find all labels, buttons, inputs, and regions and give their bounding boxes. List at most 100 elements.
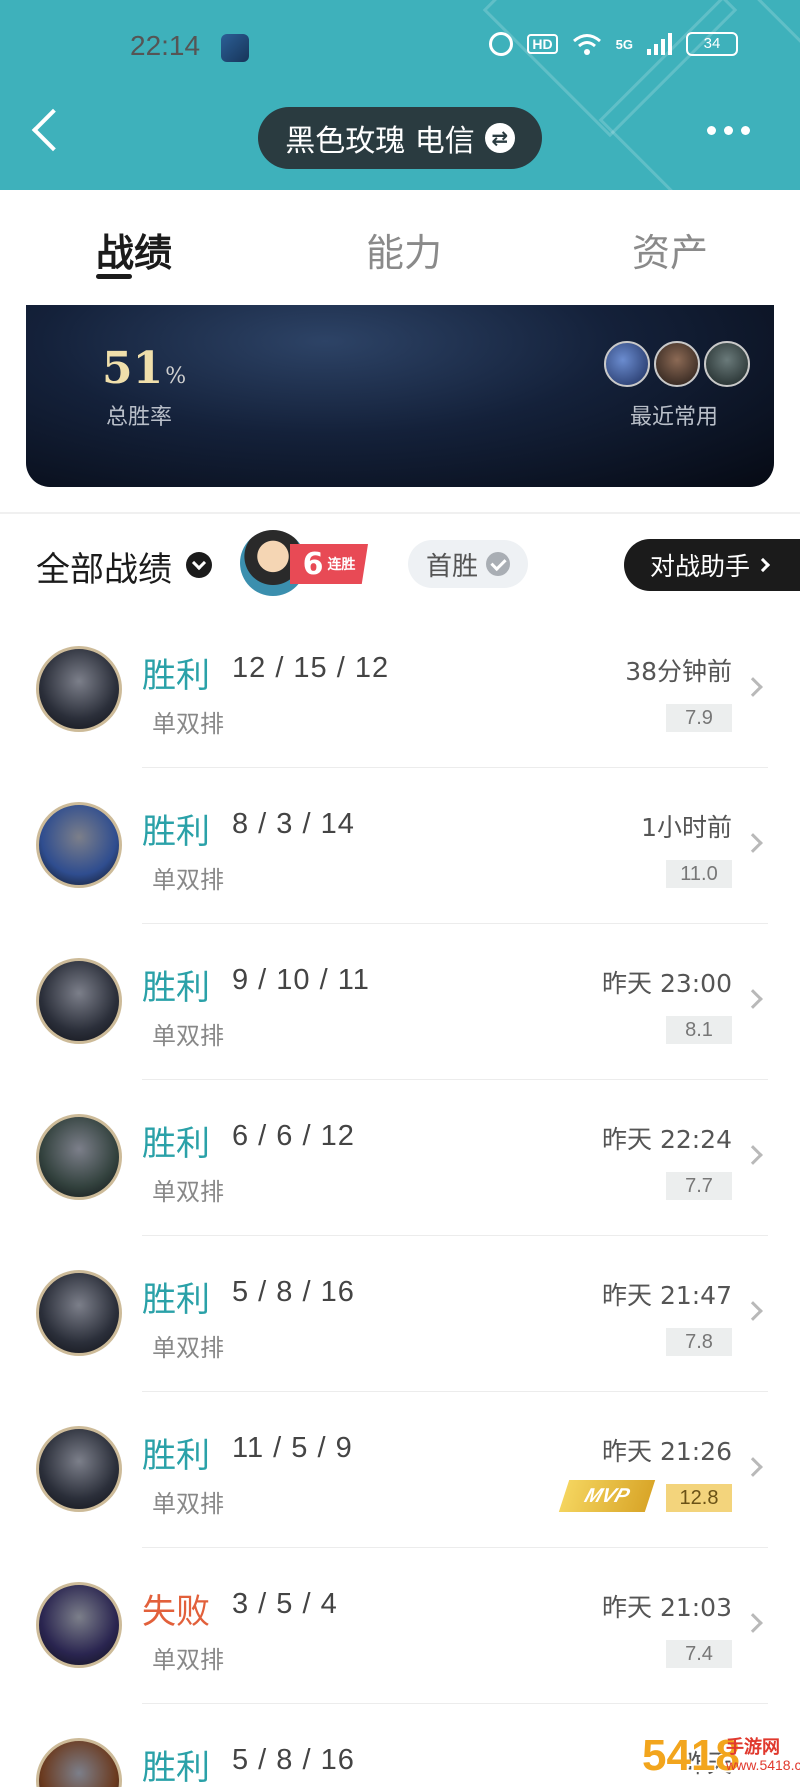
tab-underline [96,274,132,279]
more-button[interactable] [707,126,750,135]
match-score: 11.0 [666,860,732,888]
chevron-right-icon [743,677,763,697]
match-kda: 5 / 8 / 16 [232,1744,355,1776]
match-kda: 12 / 15 / 12 [232,652,390,684]
header-bar: 22:14 HD 5G 34 黑色玫瑰 电信 ⇄ [0,0,800,190]
recent-heroes[interactable] [604,341,750,387]
match-result: 胜利 [142,968,210,1008]
tab-record[interactable]: 战绩 [96,222,172,277]
summary-banner[interactable]: 51% 总胜率 最近常用 [26,305,774,487]
tab-ability[interactable]: 能力 [366,222,442,277]
all-records-filter[interactable]: 全部战绩 [36,542,172,591]
match-score: 7.4 [666,1640,732,1668]
match-result: 胜利 [142,1124,210,1164]
account-name: 黑色玫瑰 电信 [285,124,475,159]
first-win-chip[interactable]: 首胜 [408,540,529,588]
match-result: 胜利 [142,812,210,852]
match-kda: 6 / 6 / 12 [232,1120,355,1152]
watermark-url: www.5418.cn [726,1757,800,1773]
match-row[interactable]: 胜利 12 / 15 / 12 单双排 38分钟前 7.9 [0,612,800,768]
streak-text: 连胜 [327,557,356,573]
match-row[interactable]: 胜利 8 / 3 / 14 单双排 1小时前 11.0 [0,768,800,924]
hero-avatar [36,1582,122,1668]
tab-assets[interactable]: 资产 [632,222,708,277]
app-notification-icon [221,34,249,62]
match-row[interactable]: 胜利 6 / 6 / 12 单双排 昨天 22:24 7.7 [0,1080,800,1236]
chevron-right-icon [743,1457,763,1477]
chevron-right-icon [743,1145,763,1165]
match-result: 胜利 [142,1748,210,1787]
match-result: 胜利 [142,656,210,696]
more-dot [741,126,750,135]
win-rate-label: 总胜率 [106,405,173,430]
first-win-label: 首胜 [426,551,479,582]
network-type: 5G [615,36,633,52]
match-mode: 单双排 [152,710,224,738]
hero-avatar [36,646,122,732]
match-row[interactable]: 失败 3 / 5 / 4 单双排 昨天 21:03 7.4 [0,1548,800,1704]
match-time: 昨天 21:47 [602,1281,732,1310]
assistant-label: 对战助手 [650,552,751,581]
match-result: 失败 [142,1592,210,1632]
match-row[interactable]: 胜利 5 / 8 / 16 单双排 昨天 21:47 7.8 [0,1236,800,1392]
filter-bar: 全部战绩 6 连胜 首胜 对战助手 [0,530,800,600]
match-time: 昨天 23:00 [602,969,732,998]
match-mode: 单双排 [152,1646,224,1674]
hero-avatar [36,1426,122,1512]
win-rate-unit: % [165,364,187,389]
win-streak-badge[interactable]: 6 连胜 [240,530,380,598]
hero-avatar [36,1114,122,1200]
signal-icon [647,33,672,55]
mvp-badge: MVP [558,1480,656,1512]
chevron-right-icon [743,1301,763,1321]
match-score: 12.8 [666,1484,732,1512]
match-time: 38分钟前 [625,657,732,686]
section-divider [0,512,800,514]
hero-avatar [36,1270,122,1356]
tab-bar: 战绩 能力 资产 [0,190,800,305]
battle-assistant-button[interactable]: 对战助手 [624,539,800,591]
match-score: 7.7 [666,1172,732,1200]
match-kda: 9 / 10 / 11 [232,964,370,996]
match-time: 昨天 21:26 [602,1437,732,1466]
check-icon [486,552,511,576]
hero-avatar [604,341,650,387]
status-bar: 22:14 HD 5G 34 [0,28,800,68]
match-score: 8.1 [666,1016,732,1044]
match-mode: 单双排 [152,866,224,894]
match-row[interactable]: 胜利 9 / 10 / 11 单双排 昨天 23:00 8.1 [0,924,800,1080]
account-switcher[interactable]: 黑色玫瑰 电信 ⇄ [258,107,542,169]
hero-avatar [36,958,122,1044]
hd-icon: HD [527,34,558,54]
match-kda: 5 / 8 / 16 [232,1276,355,1308]
match-result: 胜利 [142,1280,210,1320]
match-time: 昨天 22:24 [602,1125,732,1154]
battery-icon: 34 [686,32,738,56]
wifi-icon [572,34,601,55]
match-kda: 3 / 5 / 4 [232,1588,338,1620]
match-score: 7.8 [666,1328,732,1356]
hero-avatar [704,341,750,387]
swap-icon: ⇄ [484,123,515,153]
hero-avatar [654,341,700,387]
match-row[interactable]: 胜利 11 / 5 / 9 单双排 昨天 21:26 12.8 MVP [0,1392,800,1548]
more-dot [724,126,733,135]
match-mode: 单双排 [152,1334,224,1362]
chevron-right-icon [743,989,763,1009]
chevron-down-icon[interactable] [186,552,212,578]
chevron-right-icon [743,833,763,853]
status-icons: HD 5G 34 [489,32,738,56]
win-rate-value: 51 [102,343,164,394]
match-kda: 11 / 5 / 9 [232,1432,353,1464]
match-time: 1小时前 [641,813,732,842]
match-mode: 单双排 [152,1178,224,1206]
match-kda: 8 / 3 / 14 [232,808,355,840]
match-time: 昨天 21:03 [602,1593,732,1622]
streak-tag: 6 连胜 [290,544,368,584]
match-mode: 单双排 [152,1022,224,1050]
win-rate: 51% [102,343,186,394]
alarm-icon [489,32,514,56]
hero-avatar [36,1738,122,1787]
back-button[interactable] [31,108,75,152]
hero-avatar [36,802,122,888]
